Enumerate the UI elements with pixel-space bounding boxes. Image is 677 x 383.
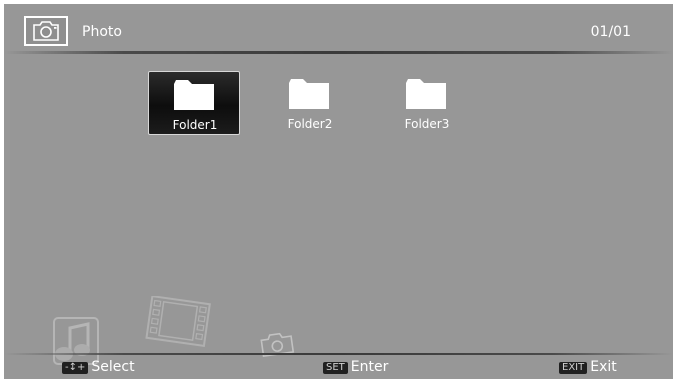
footer-exit-hint: EXIT Exit — [559, 359, 617, 375]
header-bar: Photo 01/01 — [4, 4, 673, 52]
folder-item-folder2[interactable]: Folder2 — [264, 71, 356, 135]
folder-label: Folder2 — [287, 117, 333, 131]
enter-label: Enter — [350, 359, 389, 375]
footer-select-hint: -↕+ Select — [62, 359, 135, 375]
folder-icon — [289, 79, 329, 109]
set-key-badge: SET — [323, 362, 348, 374]
header-divider — [4, 51, 673, 54]
folder-item-folder1[interactable]: Folder1 — [148, 71, 240, 135]
exit-label: Exit — [590, 359, 617, 375]
film-icon — [145, 296, 211, 347]
footer-divider — [4, 353, 673, 355]
camera-icon — [24, 16, 68, 46]
folder-label: Folder3 — [404, 117, 450, 131]
folder-label: Folder1 — [172, 118, 218, 132]
footer-enter-hint: SET Enter — [323, 359, 388, 375]
folder-icon — [174, 80, 214, 110]
exit-key-badge: EXIT — [559, 362, 588, 374]
page-title: Photo — [82, 24, 122, 40]
folder-icon — [406, 79, 446, 109]
folder-item-folder3[interactable]: Folder3 — [381, 71, 473, 135]
media-browser-screen: Photo 01/01 Folder1 Folder2 Folder3 -↕+ … — [4, 4, 673, 379]
select-label: Select — [91, 359, 135, 375]
select-key-badge: -↕+ — [62, 362, 89, 374]
page-indicator: 01/01 — [590, 24, 631, 40]
